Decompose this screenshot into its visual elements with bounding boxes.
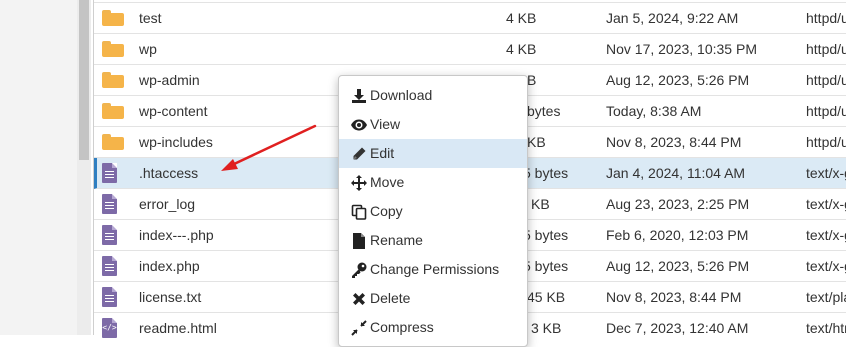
file-name: test bbox=[139, 10, 162, 26]
menu-item-compress[interactable]: Compress bbox=[339, 313, 527, 342]
menu-item-copy[interactable]: Copy bbox=[339, 197, 527, 226]
file-type: text/htr bbox=[806, 320, 846, 336]
menu-item-label: Rename bbox=[370, 232, 423, 248]
folder-icon bbox=[102, 34, 126, 64]
directory-tree-pane bbox=[0, 0, 77, 335]
context-menu: Download View Edit Move Copy Rename Chan… bbox=[338, 75, 528, 347]
file-type: text/x-g bbox=[806, 196, 846, 212]
file-modified: Nov 8, 2023, 8:44 PM bbox=[606, 134, 742, 150]
x-icon bbox=[351, 284, 369, 313]
tree-scrollbar-thumb[interactable] bbox=[79, 0, 89, 160]
menu-item-delete[interactable]: Delete bbox=[339, 284, 527, 313]
move-arrows-icon bbox=[351, 168, 369, 197]
file-type: httpd/u bbox=[806, 41, 846, 57]
file-type: httpd/u bbox=[806, 103, 846, 119]
menu-item-edit[interactable]: Edit bbox=[339, 139, 527, 168]
file-type: httpd/u bbox=[806, 10, 846, 26]
file-code-icon: </> bbox=[102, 313, 126, 343]
compress-icon bbox=[351, 313, 369, 342]
file-text-icon bbox=[102, 282, 126, 312]
table-row[interactable]: test 4 KB Jan 5, 2024, 9:22 AM httpd/u bbox=[94, 3, 846, 34]
file-modified: Today, 8:38 AM bbox=[606, 103, 702, 119]
menu-item-rename[interactable]: Rename bbox=[339, 226, 527, 255]
folder-icon bbox=[102, 127, 126, 157]
file-modified: Feb 6, 2020, 12:03 PM bbox=[606, 227, 749, 243]
download-icon bbox=[351, 81, 369, 110]
folder-icon bbox=[102, 96, 126, 126]
file-text-icon bbox=[102, 189, 126, 219]
file-modified: Aug 12, 2023, 5:26 PM bbox=[606, 72, 750, 88]
menu-item-label: Download bbox=[370, 87, 433, 103]
file-type: httpd/u bbox=[806, 134, 846, 150]
file-modified: Nov 8, 2023, 8:44 PM bbox=[606, 289, 742, 305]
menu-item-label: Delete bbox=[370, 290, 411, 306]
file-text-icon bbox=[102, 220, 126, 250]
eye-icon bbox=[351, 110, 369, 139]
file-type: text/pla bbox=[806, 289, 846, 305]
menu-item-label: Move bbox=[370, 174, 405, 190]
file-modified: Jan 5, 2024, 9:22 AM bbox=[606, 10, 739, 26]
file-name: wp bbox=[139, 41, 157, 57]
pencil-icon bbox=[351, 139, 369, 168]
file-type: text/x-g bbox=[806, 258, 846, 274]
file-modified: Aug 12, 2023, 5:26 PM bbox=[606, 258, 750, 274]
menu-item-move[interactable]: Move bbox=[339, 168, 527, 197]
menu-item-label: Copy bbox=[370, 203, 403, 219]
file-text-icon bbox=[102, 251, 126, 281]
folder-icon bbox=[102, 65, 126, 95]
file-text-icon bbox=[102, 158, 126, 188]
file-modified: Jan 4, 2024, 11:04 AM bbox=[606, 165, 746, 181]
key-icon bbox=[351, 255, 369, 284]
menu-item-download[interactable]: Download bbox=[339, 81, 527, 110]
menu-item-label: Change Permissions bbox=[370, 261, 500, 277]
copy-icon bbox=[351, 197, 369, 226]
file-modified: Aug 23, 2023, 2:25 PM bbox=[606, 196, 750, 212]
file-type: text/x-g bbox=[806, 165, 846, 181]
file-type: httpd/u bbox=[806, 72, 846, 88]
file-modified: Dec 7, 2023, 12:40 AM bbox=[606, 320, 749, 336]
menu-item-label: Compress bbox=[370, 319, 434, 335]
menu-item-view[interactable]: View bbox=[339, 110, 527, 139]
menu-item-label: Edit bbox=[370, 145, 395, 161]
folder-icon bbox=[102, 3, 126, 33]
menu-item-change-permissions[interactable]: Change Permissions bbox=[339, 255, 527, 284]
menu-item-label: View bbox=[370, 116, 401, 132]
file-modified: Nov 17, 2023, 10:35 PM bbox=[606, 41, 757, 57]
file-icon bbox=[351, 226, 369, 255]
file-type: text/x-g bbox=[806, 227, 846, 243]
table-row[interactable]: wp 4 KB Nov 17, 2023, 10:35 PM httpd/u bbox=[94, 34, 846, 65]
